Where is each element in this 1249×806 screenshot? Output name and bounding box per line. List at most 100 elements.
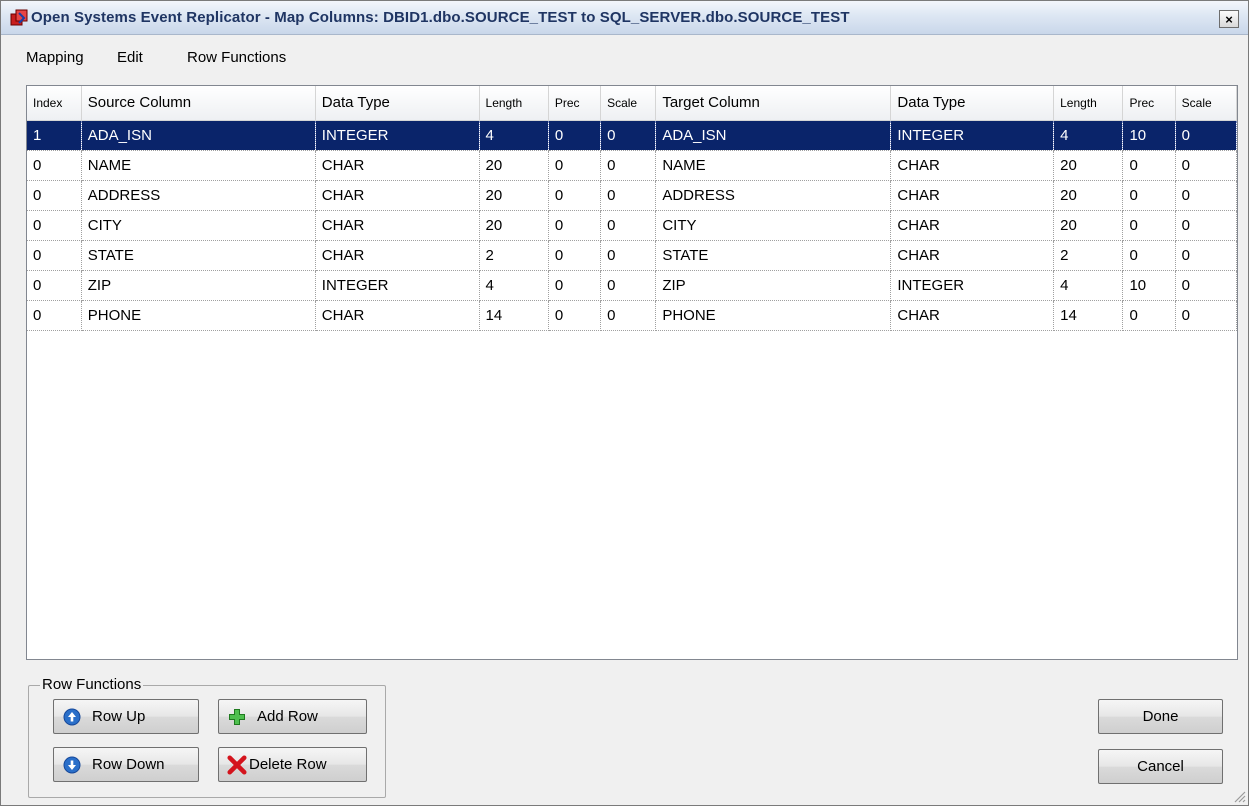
cell-target-prec[interactable]: 0 (1122, 210, 1176, 241)
cell-target-prec[interactable]: 0 (1122, 240, 1176, 271)
cell-source-length[interactable]: 20 (479, 150, 549, 181)
table-row[interactable]: 0 STATE CHAR 2 0 0 STATE CHAR 2 0 0 (27, 240, 1238, 271)
cell-source-column[interactable]: ADA_ISN (81, 120, 316, 151)
cell-source-data-type[interactable]: CHAR (315, 300, 480, 331)
cell-target-scale[interactable]: 0 (1175, 210, 1238, 241)
cell-source-data-type[interactable]: CHAR (315, 180, 480, 211)
col-header-source-column[interactable]: Source Column (81, 86, 316, 121)
cell-target-column[interactable]: CITY (655, 210, 892, 241)
cell-source-prec[interactable]: 0 (548, 240, 602, 271)
cell-source-column[interactable]: CITY (81, 210, 316, 241)
cell-target-data-type[interactable]: INTEGER (890, 120, 1055, 151)
cell-source-prec[interactable]: 0 (548, 150, 602, 181)
col-header-source-data-type[interactable]: Data Type (315, 86, 480, 121)
cell-target-length[interactable]: 14 (1053, 300, 1124, 331)
cell-target-column[interactable]: PHONE (655, 300, 892, 331)
table-row[interactable]: 1 ADA_ISN INTEGER 4 0 0 ADA_ISN INTEGER 4 10 0 (27, 120, 1238, 151)
cell-target-length[interactable]: 2 (1053, 240, 1124, 271)
col-header-source-scale[interactable]: Scale (600, 86, 657, 121)
cell-source-column[interactable]: NAME (81, 150, 316, 181)
cell-target-prec[interactable]: 0 (1122, 150, 1176, 181)
cell-source-length[interactable]: 2 (479, 240, 549, 271)
row-down-button[interactable]: Row Down (53, 747, 199, 782)
cell-source-length[interactable]: 14 (479, 300, 549, 331)
cell-source-scale[interactable]: 0 (600, 210, 657, 241)
cell-source-data-type[interactable]: CHAR (315, 240, 480, 271)
col-header-target-data-type[interactable]: Data Type (890, 86, 1055, 121)
cell-target-length[interactable]: 20 (1053, 210, 1124, 241)
row-up-button[interactable]: Row Up (53, 699, 199, 734)
cell-index[interactable]: 0 (27, 150, 82, 181)
cell-source-column[interactable]: ADDRESS (81, 180, 316, 211)
cell-target-prec[interactable]: 0 (1122, 180, 1176, 211)
cell-target-scale[interactable]: 0 (1175, 180, 1238, 211)
column-mapping-grid[interactable]: Index Source Column Data Type Length Pre… (26, 85, 1238, 660)
cell-target-length[interactable]: 20 (1053, 150, 1124, 181)
cell-target-column[interactable]: STATE (655, 240, 892, 271)
cell-source-scale[interactable]: 0 (600, 270, 657, 301)
cell-target-data-type[interactable]: INTEGER (890, 270, 1055, 301)
cell-source-prec[interactable]: 0 (548, 210, 602, 241)
resize-grip-icon[interactable] (1232, 789, 1246, 803)
add-row-button[interactable]: Add Row (218, 699, 367, 734)
col-header-source-length[interactable]: Length (479, 86, 549, 121)
cell-target-data-type[interactable]: CHAR (890, 300, 1055, 331)
cell-source-length[interactable]: 20 (479, 210, 549, 241)
cell-source-data-type[interactable]: INTEGER (315, 120, 480, 151)
cancel-button[interactable]: Cancel (1098, 749, 1223, 784)
col-header-target-prec[interactable]: Prec (1122, 86, 1176, 121)
cell-target-length[interactable]: 4 (1053, 270, 1124, 301)
cell-target-scale[interactable]: 0 (1175, 150, 1238, 181)
cell-index[interactable]: 0 (27, 240, 82, 271)
cell-source-column[interactable]: ZIP (81, 270, 316, 301)
table-row[interactable]: 0 ZIP INTEGER 4 0 0 ZIP INTEGER 4 10 0 (27, 270, 1238, 301)
cell-source-data-type[interactable]: CHAR (315, 210, 480, 241)
cell-index[interactable]: 0 (27, 270, 82, 301)
col-header-index[interactable]: Index (27, 86, 82, 121)
cell-source-data-type[interactable]: CHAR (315, 150, 480, 181)
cell-target-data-type[interactable]: CHAR (890, 180, 1055, 211)
cell-source-prec[interactable]: 0 (548, 270, 602, 301)
cell-target-data-type[interactable]: CHAR (890, 240, 1055, 271)
table-row[interactable]: 0 PHONE CHAR 14 0 0 PHONE CHAR 14 0 0 (27, 300, 1238, 331)
cell-index[interactable]: 0 (27, 300, 82, 331)
cell-source-scale[interactable]: 0 (600, 120, 657, 151)
cell-index[interactable]: 1 (27, 120, 82, 151)
cell-source-prec[interactable]: 0 (548, 300, 602, 331)
cell-source-column[interactable]: PHONE (81, 300, 316, 331)
cell-index[interactable]: 0 (27, 180, 82, 211)
cell-index[interactable]: 0 (27, 210, 82, 241)
cell-target-scale[interactable]: 0 (1175, 270, 1238, 301)
cell-target-scale[interactable]: 0 (1175, 300, 1238, 331)
cell-target-scale[interactable]: 0 (1175, 120, 1238, 151)
cell-target-column[interactable]: ZIP (655, 270, 892, 301)
col-header-target-length[interactable]: Length (1053, 86, 1124, 121)
table-row[interactable]: 0 NAME CHAR 20 0 0 NAME CHAR 20 0 0 (27, 150, 1238, 181)
cell-source-data-type[interactable]: INTEGER (315, 270, 480, 301)
cell-source-scale[interactable]: 0 (600, 300, 657, 331)
cell-source-scale[interactable]: 0 (600, 240, 657, 271)
title-bar[interactable]: Open Systems Event Replicator - Map Colu… (1, 1, 1248, 35)
close-button[interactable]: × (1219, 10, 1239, 28)
menu-edit[interactable]: Edit (117, 49, 143, 66)
cell-source-prec[interactable]: 0 (548, 120, 602, 151)
cell-target-scale[interactable]: 0 (1175, 240, 1238, 271)
cell-source-prec[interactable]: 0 (548, 180, 602, 211)
cell-source-scale[interactable]: 0 (600, 180, 657, 211)
cell-source-length[interactable]: 4 (479, 120, 549, 151)
cell-source-column[interactable]: STATE (81, 240, 316, 271)
cell-target-data-type[interactable]: CHAR (890, 210, 1055, 241)
cell-source-length[interactable]: 20 (479, 180, 549, 211)
table-row[interactable]: 0 CITY CHAR 20 0 0 CITY CHAR 20 0 0 (27, 210, 1238, 241)
menu-mapping[interactable]: Mapping (26, 49, 84, 66)
col-header-target-column[interactable]: Target Column (655, 86, 892, 121)
cell-target-prec[interactable]: 10 (1122, 120, 1176, 151)
cell-target-column[interactable]: NAME (655, 150, 892, 181)
cell-target-length[interactable]: 4 (1053, 120, 1124, 151)
cell-target-prec[interactable]: 10 (1122, 270, 1176, 301)
table-row[interactable]: 0 ADDRESS CHAR 20 0 0 ADDRESS CHAR 20 0 0 (27, 180, 1238, 211)
cell-target-prec[interactable]: 0 (1122, 300, 1176, 331)
cell-source-length[interactable]: 4 (479, 270, 549, 301)
cell-source-scale[interactable]: 0 (600, 150, 657, 181)
delete-row-button[interactable]: Delete Row (218, 747, 367, 782)
